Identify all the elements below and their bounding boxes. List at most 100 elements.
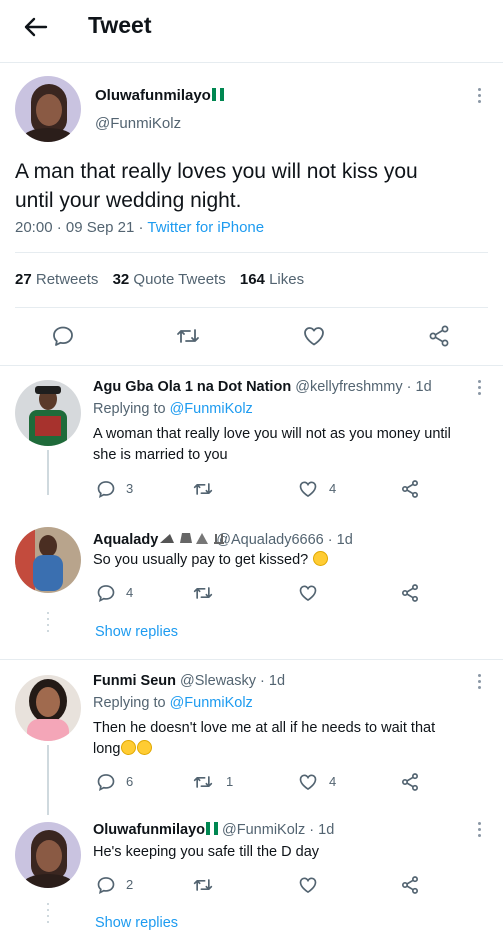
reply-author: Oluwafunmilayo @FunmiKolz · 1d	[93, 822, 334, 838]
likes-label: Likes	[269, 271, 305, 288]
avatar[interactable]	[15, 822, 81, 888]
page-title: Tweet	[88, 12, 152, 38]
tweet-time: 20:00	[15, 219, 53, 236]
reply-author-handle[interactable]: @FunmiKolz	[222, 822, 305, 838]
like-button[interactable]	[298, 479, 318, 499]
tweet-text-line-2: until your wedding night.	[15, 189, 242, 212]
reply-text-line-1: Then he doesn't love me at all if he nee…	[93, 720, 436, 736]
reply-time: 1d	[415, 379, 432, 395]
more-icon[interactable]	[477, 380, 481, 396]
retweets-label: Retweets	[35, 271, 99, 288]
separator: ·	[260, 673, 265, 689]
like-button[interactable]	[302, 324, 326, 348]
reply-button[interactable]	[96, 772, 116, 792]
show-replies-link[interactable]: Show replies	[95, 915, 178, 931]
separator: ·	[309, 822, 315, 838]
reply-author-handle[interactable]: @Slewasky	[180, 673, 256, 689]
reply-text: He's keeping you safe till the D day	[93, 842, 488, 863]
retweet-button[interactable]	[192, 479, 214, 499]
share-button[interactable]	[400, 583, 420, 603]
reply-time: 1d	[268, 673, 286, 689]
share-button[interactable]	[400, 772, 420, 792]
reply-author-name[interactable]: Agu Gba Ola 1 na Dot Nation	[93, 379, 291, 395]
reply-author-handle[interactable]: @kellyfreshmmy	[295, 379, 402, 395]
reply-author: Agu Gba Ola 1 na Dot Nation @kellyfreshm…	[93, 379, 432, 395]
tweet-date: 09 Sep 21	[65, 219, 135, 236]
avatar[interactable]	[15, 76, 81, 142]
replying-to-prefix: Replying to	[93, 695, 166, 711]
laughing-emoji-icon	[313, 551, 329, 566]
reply-text-line-1: He's keeping you safe till the D day	[93, 844, 320, 860]
reply-count: 6	[126, 774, 134, 789]
reply-button[interactable]	[51, 324, 75, 348]
author-handle[interactable]: @FunmiKolz	[95, 115, 181, 132]
laughing-emoji-icon	[121, 740, 137, 755]
reply-author: Aqualady @Aqualady6666 · 1d	[93, 530, 353, 548]
retweet-count: 1	[226, 774, 234, 789]
reply-author: Funmi Seun @Slewasky · 1d	[93, 673, 285, 689]
reply-text: Then he doesn't love me at all if he nee…	[93, 718, 488, 760]
avatar[interactable]	[15, 380, 81, 446]
divider	[15, 307, 488, 308]
reply-text-line-1: So you usually pay to get kissed?	[93, 552, 309, 568]
like-button[interactable]	[298, 875, 318, 895]
replying-to-handle[interactable]: @FunmiKolz	[170, 695, 253, 711]
nigeria-flag-icon	[211, 88, 224, 101]
reply-button[interactable]	[96, 583, 116, 603]
reply-author-name[interactable]: Aqualady	[93, 532, 158, 548]
reply-text: A woman that really love you will not as…	[93, 424, 488, 466]
header-divider	[0, 62, 503, 63]
thread-line	[47, 745, 49, 815]
retweets-count: 27	[15, 271, 32, 288]
separator: ·	[138, 219, 144, 236]
reply-text-line-2: she is married to you	[93, 447, 228, 463]
quotes-stat[interactable]: 32 Quote Tweets	[113, 271, 226, 288]
retweet-button[interactable]	[192, 772, 214, 792]
retweets-stat[interactable]: 27 Retweets	[15, 271, 98, 288]
likes-stat[interactable]: 164 Likes	[240, 271, 304, 288]
author-name[interactable]: Oluwafunmilayo	[95, 87, 224, 104]
back-arrow-icon[interactable]	[22, 16, 48, 38]
share-button[interactable]	[400, 479, 420, 499]
thread-dots	[47, 612, 49, 636]
laughing-emoji-icon	[137, 740, 153, 755]
separator: ·	[327, 532, 333, 548]
thread-line	[47, 450, 49, 495]
quotes-count: 32	[112, 271, 130, 288]
like-button[interactable]	[298, 772, 318, 792]
share-button[interactable]	[400, 875, 420, 895]
reply-author-name[interactable]: Oluwafunmilayo	[93, 822, 205, 838]
retweet-button[interactable]	[192, 583, 214, 603]
quotes-label: Quote Tweets	[133, 271, 226, 288]
thread-dots	[47, 903, 49, 927]
avatar[interactable]	[15, 675, 81, 741]
reply-author-name[interactable]: Funmi Seun	[93, 673, 176, 689]
retweet-button[interactable]	[192, 875, 214, 895]
reply-button[interactable]	[96, 479, 116, 499]
tweet-source[interactable]: Twitter for iPhone	[147, 219, 264, 236]
reply-text-line-2: long	[93, 741, 121, 757]
reply-text: So you usually pay to get kissed?	[93, 550, 488, 571]
tweet-stats: 27 Retweets 32 Quote Tweets 164 Likes	[15, 271, 304, 288]
tweet-text: A man that really loves you will not kis…	[15, 157, 490, 215]
separator: ·	[406, 379, 412, 395]
divider	[15, 252, 488, 253]
reply-count: 4	[126, 585, 134, 600]
divider	[0, 365, 503, 366]
replying-to: Replying to @FunmiKolz	[93, 695, 253, 711]
retweet-button[interactable]	[175, 324, 201, 348]
likes-count: 164	[239, 271, 265, 288]
replying-to-handle[interactable]: @FunmiKolz	[170, 401, 253, 417]
tweet-meta: 20:00 · 09 Sep 21 · Twitter for iPhone	[15, 219, 264, 236]
separator: ·	[56, 219, 62, 236]
share-button[interactable]	[427, 324, 451, 348]
reply-button[interactable]	[96, 875, 116, 895]
more-icon[interactable]	[477, 88, 481, 104]
replying-to-prefix: Replying to	[93, 401, 166, 417]
more-icon[interactable]	[477, 674, 481, 690]
like-button[interactable]	[298, 583, 318, 603]
like-count: 4	[329, 774, 337, 789]
show-replies-link[interactable]: Show replies	[95, 624, 178, 640]
more-icon[interactable]	[477, 822, 481, 838]
avatar[interactable]	[15, 527, 81, 593]
